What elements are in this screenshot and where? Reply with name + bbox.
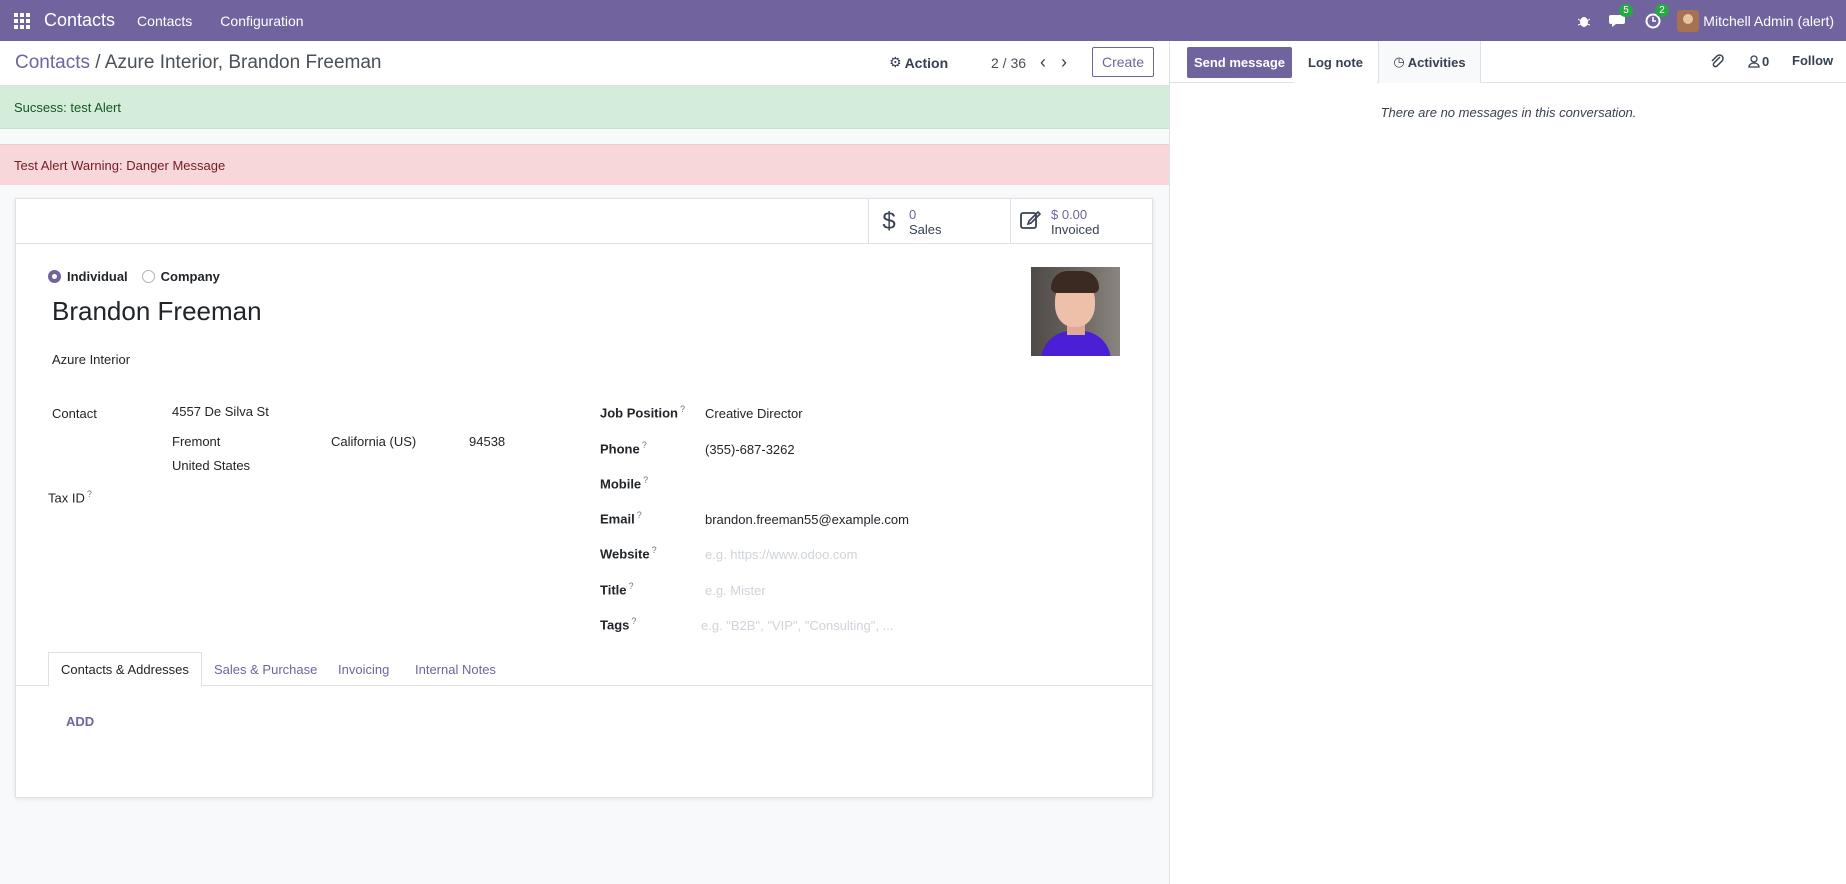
top-navbar: Contacts Contacts Configuration 5 2 Mitc… — [0, 0, 1846, 41]
tab-contacts-addresses[interactable]: Contacts & Addresses — [48, 652, 202, 687]
empty-conversation-text: There are no messages in this conversati… — [1380, 105, 1637, 120]
job-position-label: Job Position? — [600, 404, 686, 421]
bug-icon[interactable] — [1577, 14, 1591, 28]
city-field[interactable]: Fremont — [172, 434, 220, 449]
activities-label: Activities — [1407, 54, 1466, 70]
radio-individual[interactable] — [48, 270, 61, 283]
pager-value[interactable]: 2 / 36 — [991, 55, 1026, 71]
contact-photo[interactable] — [1031, 267, 1120, 356]
tab-sales-purchase[interactable]: Sales & Purchase — [202, 652, 329, 686]
tags-label: Tags? — [600, 616, 637, 633]
chatter-topbar: Send message Log note ◷ Activities 0 Fol… — [1170, 41, 1846, 83]
followers-button[interactable]: 0 — [1748, 54, 1769, 69]
phone-label: Phone? — [600, 440, 647, 457]
control-panel: Contacts / Azure Interior, Brandon Freem… — [0, 41, 1169, 86]
user-avatar — [1677, 9, 1700, 32]
email-label: Email? — [600, 510, 642, 527]
radio-company-label[interactable]: Company — [161, 269, 220, 284]
invoiced-amount: $ 0.00 — [1051, 206, 1088, 222]
success-alert: Sucsess: test Alert — [0, 86, 1169, 129]
company-type-selector: Individual Company — [48, 269, 234, 284]
log-note-button[interactable]: Log note — [1294, 41, 1377, 83]
pager-next-icon[interactable]: › — [1055, 52, 1073, 73]
website-label: Website? — [600, 545, 657, 562]
action-label: Action — [904, 54, 949, 71]
apps-menu-icon[interactable] — [0, 0, 44, 41]
invoiced-label: Invoiced — [1051, 221, 1100, 237]
tab-invoicing[interactable]: Invoicing — [326, 652, 401, 686]
sales-smart-button[interactable]: $ 0 Sales — [868, 199, 1010, 244]
followers-count: 0 — [1762, 54, 1770, 69]
tab-internal-notes[interactable]: Internal Notes — [403, 652, 508, 686]
sales-label: Sales — [909, 221, 942, 237]
invoiced-smart-button[interactable]: $ 0.00 Invoiced — [1010, 199, 1152, 244]
user-icon — [1748, 55, 1760, 68]
email-field[interactable]: brandon.freeman55@example.com — [705, 512, 909, 527]
add-contact-button[interactable]: ADD — [66, 714, 94, 729]
danger-alert: Test Alert Warning: Danger Message — [0, 144, 1169, 185]
mobile-field[interactable] — [705, 477, 955, 493]
country-field[interactable]: United States — [172, 458, 250, 473]
form-sheet: $ 0 Sales $ 0.00 Invoiced Individual Com… — [15, 198, 1153, 798]
activities-clock-icon[interactable]: 2 — [1645, 3, 1669, 29]
clock-icon: ◷ — [1393, 54, 1405, 69]
notebook-tabs: Contacts & Addresses Sales & Purchase In… — [16, 652, 1152, 687]
menu-contacts[interactable]: Contacts — [137, 13, 192, 29]
breadcrumb-separator: / — [95, 52, 101, 73]
dollar-icon: $ — [882, 207, 896, 235]
tags-field[interactable]: e.g. "B2B", "VIP", "Consulting", ... — [701, 618, 893, 633]
parent-company-field[interactable]: Azure Interior — [52, 352, 130, 367]
chatter: Send message Log note ◷ Activities 0 Fol… — [1169, 41, 1846, 884]
phone-field[interactable]: (355)-687-3262 — [705, 442, 795, 457]
breadcrumb: Contacts / Azure Interior, Brandon Freem… — [15, 52, 381, 74]
user-menu[interactable]: Mitchell Admin (alert) — [1677, 9, 1834, 32]
paperclip-icon[interactable] — [1710, 53, 1724, 73]
title-field[interactable]: e.g. Mister — [705, 583, 766, 598]
user-name: Mitchell Admin (alert) — [1703, 12, 1834, 29]
partner-name-field[interactable]: Brandon Freeman — [52, 296, 262, 327]
radio-company[interactable] — [141, 270, 155, 283]
pager-previous-icon[interactable]: ‹ — [1034, 52, 1052, 73]
messages-badge: 5 — [1619, 4, 1633, 17]
edit-icon — [1011, 208, 1051, 236]
tax-id-label: Tax ID? — [48, 489, 92, 506]
state-field[interactable]: California (US) — [331, 434, 416, 449]
send-message-button[interactable]: Send message — [1187, 47, 1292, 78]
create-button[interactable]: Create — [1092, 47, 1154, 77]
zip-field[interactable]: 94538 — [469, 434, 505, 449]
app-brand[interactable]: Contacts — [44, 10, 115, 31]
contact-label: Contact — [52, 406, 97, 421]
activities-button[interactable]: ◷ Activities — [1378, 41, 1481, 83]
menu-configuration[interactable]: Configuration — [220, 13, 303, 29]
mobile-label: Mobile? — [600, 475, 649, 492]
smart-button-box: $ 0 Sales $ 0.00 Invoiced — [16, 199, 1152, 244]
gear-icon: ⚙ — [889, 54, 902, 70]
follow-button[interactable]: Follow — [1792, 53, 1833, 68]
title-label: Title? — [600, 581, 634, 598]
activities-badge: 2 — [1655, 3, 1669, 17]
sales-count: 0 — [909, 206, 917, 222]
job-position-field[interactable]: Creative Director — [705, 406, 803, 421]
action-button[interactable]: ⚙ Action — [889, 54, 948, 71]
messages-icon[interactable]: 5 — [1609, 4, 1633, 28]
breadcrumb-current: Azure Interior, Brandon Freeman — [104, 52, 382, 73]
street-field[interactable]: 4557 De Silva St — [172, 404, 269, 419]
breadcrumb-contacts[interactable]: Contacts — [15, 52, 90, 73]
website-field[interactable]: e.g. https://www.odoo.com — [705, 547, 857, 562]
radio-individual-label[interactable]: Individual — [67, 269, 128, 284]
